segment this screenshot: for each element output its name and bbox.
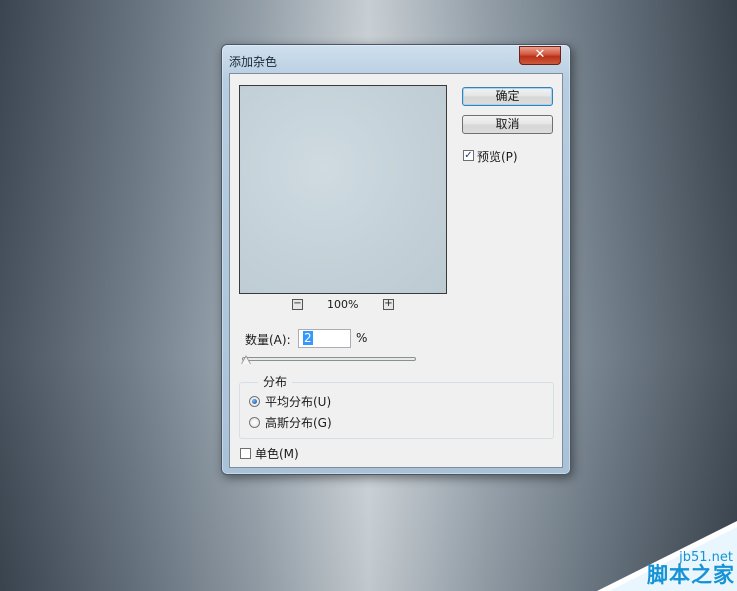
preview-label: 预览(P) xyxy=(477,150,518,164)
plus-icon: + xyxy=(384,298,393,309)
title-bar[interactable]: 添加杂色 ✕ xyxy=(222,45,570,73)
close-button[interactable]: ✕ xyxy=(519,46,561,65)
add-noise-dialog: 添加杂色 ✕ − 100% + 确定 取消 ✓ 预览(P) 数量(A): 2 %… xyxy=(221,44,571,475)
ok-button[interactable]: 确定 xyxy=(462,87,553,106)
minus-icon: − xyxy=(293,298,302,309)
slider-thumb-highlight xyxy=(242,357,250,364)
cancel-button[interactable]: 取消 xyxy=(462,115,553,134)
distribution-legend: 分布 xyxy=(258,373,293,390)
zoom-in-button[interactable]: + xyxy=(383,299,394,310)
monochrome-checkbox[interactable] xyxy=(240,448,251,459)
radio-gaussian-label: 高斯分布(G) xyxy=(265,416,332,430)
amount-unit: % xyxy=(356,331,368,345)
amount-label: 数量(A): xyxy=(245,333,291,347)
zoom-out-button[interactable]: − xyxy=(292,299,303,310)
amount-input[interactable]: 2 xyxy=(298,329,351,348)
dialog-body: − 100% + 确定 取消 ✓ 预览(P) 数量(A): 2 % 分布 平均分… xyxy=(229,73,563,468)
amount-value: 2 xyxy=(303,331,313,345)
monochrome-label: 单色(M) xyxy=(255,447,299,461)
dialog-title: 添加杂色 xyxy=(229,55,278,69)
checkmark-icon: ✓ xyxy=(464,150,473,161)
preview-checkbox[interactable]: ✓ xyxy=(463,150,474,161)
radio-gaussian[interactable] xyxy=(249,417,260,428)
watermark-logo-text: 脚本之家 xyxy=(647,563,735,587)
radio-uniform-label: 平均分布(U) xyxy=(265,395,332,409)
noise-preview[interactable] xyxy=(239,85,447,294)
zoom-level: 100% xyxy=(327,298,359,311)
amount-slider-track[interactable] xyxy=(242,357,416,361)
radio-uniform[interactable] xyxy=(249,396,260,407)
close-icon: ✕ xyxy=(534,47,546,62)
